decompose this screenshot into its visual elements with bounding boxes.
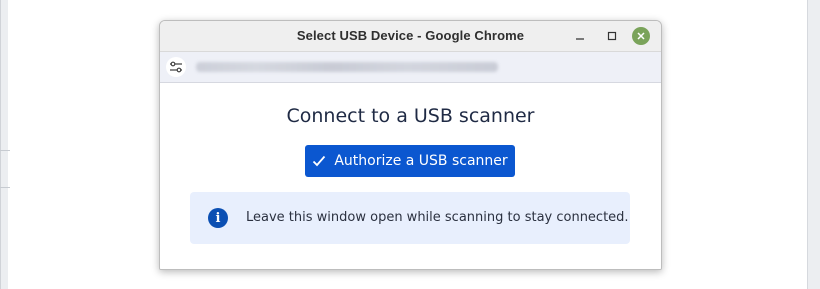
background-left-border	[0, 0, 1, 289]
maximize-icon	[607, 31, 617, 41]
authorize-button-label: Authorize a USB scanner	[334, 153, 508, 169]
info-icon: i	[208, 208, 228, 228]
info-banner: i Leave this window open while scanning …	[190, 192, 630, 244]
minimize-icon	[576, 38, 584, 40]
minimize-button[interactable]	[571, 27, 589, 45]
background-left-panel	[0, 0, 8, 289]
authorize-usb-scanner-button[interactable]: Authorize a USB scanner	[305, 145, 515, 177]
usb-device-window: Select USB Device - Google Chrome Connec…	[159, 20, 662, 270]
site-settings-button[interactable]	[166, 57, 186, 77]
close-icon	[637, 32, 645, 40]
dialog-content: Connect to a USB scanner Authorize a USB…	[160, 83, 661, 269]
address-bar	[160, 52, 661, 83]
background-divider	[0, 187, 10, 188]
blurred-url	[196, 62, 498, 72]
background-right-panel	[807, 0, 820, 289]
info-message: Leave this window open while scanning to…	[246, 210, 629, 225]
window-titlebar[interactable]: Select USB Device - Google Chrome	[160, 21, 661, 52]
maximize-button[interactable]	[603, 27, 621, 45]
check-icon	[312, 155, 326, 167]
page-title: Connect to a USB scanner	[286, 105, 535, 127]
close-button[interactable]	[632, 27, 650, 45]
tune-icon	[170, 61, 182, 73]
background-divider	[0, 150, 10, 151]
